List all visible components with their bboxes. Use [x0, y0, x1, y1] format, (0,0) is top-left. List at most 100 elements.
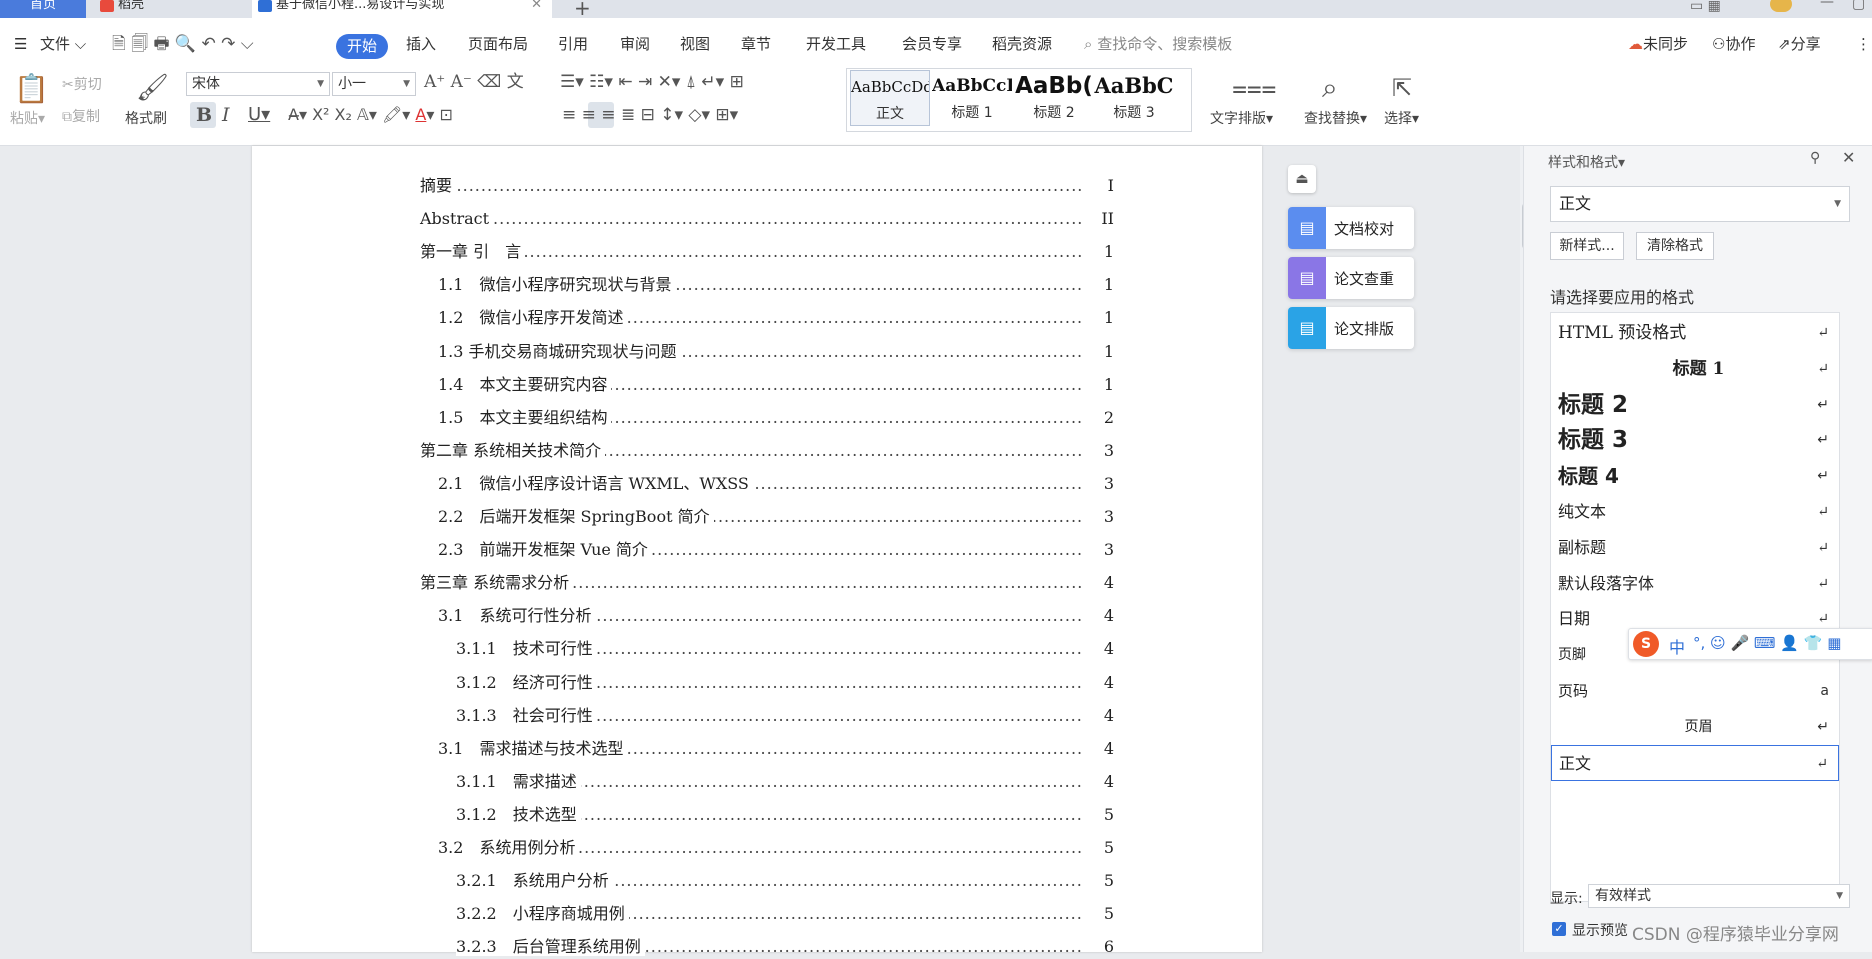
quick-access-icons[interactable]: 🗎 🗐 🖶 🔍 ↶ ↷ ⌵	[112, 18, 254, 70]
toc-entry[interactable]: ........................................…	[438, 406, 1122, 430]
style-item[interactable]: 正文 ↵	[1551, 744, 1839, 781]
style-item[interactable]: HTML 预设格式 ↵	[1551, 315, 1839, 351]
tab-document[interactable]: 基于微信小程...易设计与实现 ✕	[252, 0, 552, 18]
style-item[interactable]: 纯文本 ↵	[1551, 494, 1839, 530]
format-painter-icon[interactable]: 🖌	[136, 72, 169, 104]
copy-button[interactable]: ⧉复制	[62, 106, 100, 126]
close-tab-icon[interactable]: ✕	[531, 0, 542, 11]
toc-entry[interactable]: ........................................…	[456, 637, 1122, 661]
menu-view[interactable]: 视图	[680, 18, 710, 70]
pin-icon[interactable]: ⚲	[1810, 150, 1820, 166]
underline-icon[interactable]: U▾	[248, 105, 270, 125]
tab-daoke[interactable]: 稻壳	[94, 0, 244, 18]
text-layout-button[interactable]: 文字排版▾	[1210, 108, 1273, 128]
cut-button[interactable]: ✂剪切	[62, 74, 102, 94]
minimize-icon[interactable]: —	[1820, 0, 1834, 10]
toc-entry[interactable]: ........................................…	[456, 935, 1122, 959]
font-family-select[interactable]: 宋体 ▼	[186, 72, 330, 96]
magnifier-icon[interactable]: ⌕	[1322, 72, 1338, 104]
sogou-icon[interactable]: S	[1633, 631, 1659, 657]
toc-entry[interactable]: ........................................…	[456, 803, 1122, 827]
menu-chapter[interactable]: 章节	[741, 18, 771, 70]
menu-file[interactable]: 文件 ⌵	[40, 18, 86, 70]
avatar[interactable]	[1770, 0, 1792, 12]
toc-entry[interactable]: ........................................…	[438, 836, 1122, 860]
show-select[interactable]: 有效样式 ▼	[1588, 884, 1850, 908]
paste-button[interactable]: 粘贴▾	[10, 108, 45, 128]
clear-format-button[interactable]: 清除格式	[1636, 232, 1714, 260]
toc-entry[interactable]: ........................................…	[456, 671, 1122, 695]
style-heading-3[interactable]: AaBbC 标题 3	[1094, 70, 1174, 126]
toc-entry[interactable]: ........................................…	[420, 439, 1122, 463]
document-page[interactable]: ........................................…	[252, 146, 1262, 957]
maximize-icon[interactable]: ▢	[1852, 0, 1865, 12]
collapse-icon[interactable]: ⏏	[1288, 165, 1316, 193]
hamburger-icon[interactable]: ☰	[14, 18, 27, 70]
menu-developer[interactable]: 开发工具	[806, 18, 866, 70]
paper-layout-button[interactable]: ▤ 论文排版	[1288, 307, 1414, 349]
toc-entry[interactable]: ........................................…	[438, 306, 1122, 330]
ime-mode[interactable]: 中	[1669, 634, 1685, 658]
cursor-icon[interactable]: ⇱	[1392, 72, 1412, 104]
toc-entry[interactable]: ........................................…	[456, 902, 1122, 926]
text-layout-icon[interactable]: ⩶	[1232, 72, 1277, 104]
toc-entry[interactable]: ........................................…	[420, 174, 1122, 198]
list-icons[interactable]: ☰▾ ☷▾ ⇤ ⇥ ✕▾ ⍋ ↵▾ ⊞	[560, 72, 744, 92]
toc-entry[interactable]: ........................................…	[420, 240, 1122, 264]
menu-insert[interactable]: 插入	[406, 18, 436, 70]
style-item[interactable]: 页眉 ↵	[1551, 709, 1839, 745]
collab-button[interactable]: ⚇协作	[1712, 18, 1755, 70]
share-button[interactable]: ⇗分享	[1778, 18, 1821, 70]
text-effect-icons[interactable]: A̶▾ X² X₂ 𝔸▾ 🖍▾ A▾ ⊡	[288, 105, 453, 125]
alignment-icons[interactable]: ≡ ≡ ≡ ≣ ⊟ ↕▾ ◇▾ ⊞▾	[562, 105, 738, 125]
toc-entry[interactable]: ........................................…	[438, 373, 1122, 397]
style-item[interactable]: 标题 1 ↵	[1551, 351, 1839, 387]
find-replace-button[interactable]: 查找替换▾	[1304, 108, 1367, 128]
doc-proofread-button[interactable]: ▤ 文档校对	[1288, 207, 1414, 249]
toc-entry[interactable]: ........................................…	[420, 571, 1122, 595]
toc-entry[interactable]: ........................................…	[456, 704, 1122, 728]
paste-icon[interactable]: 📋	[14, 72, 49, 106]
style-item[interactable]: 标题 2 ↵	[1551, 387, 1839, 423]
new-tab-icon[interactable]: +	[574, 0, 591, 20]
style-normal[interactable]: AaBbCcDd 正文	[850, 70, 930, 126]
toc-entry[interactable]: ........................................…	[438, 737, 1122, 761]
style-item[interactable]: 标题 3 ↵	[1551, 422, 1839, 458]
menu-reference[interactable]: 引用	[558, 18, 588, 70]
toc-entry[interactable]: ........................................…	[456, 869, 1122, 893]
font-size-select[interactable]: 小一 ▼	[332, 72, 416, 96]
window-layout-icon[interactable]: ▭ ▦	[1690, 0, 1721, 14]
font-format-icons[interactable]: A⁺ A⁻ ⌫ 文	[424, 72, 524, 92]
more-icon[interactable]: ⋮	[1856, 18, 1871, 70]
sync-button[interactable]: ☁未同步	[1628, 18, 1688, 70]
toc-entry[interactable]: ........................................…	[438, 538, 1122, 562]
plagiarism-check-button[interactable]: ▤ 论文查重	[1288, 257, 1414, 299]
toc-entry[interactable]: ........................................…	[438, 604, 1122, 628]
style-item[interactable]: 标题 4 ↵	[1551, 458, 1839, 494]
select-button[interactable]: 选择▾	[1384, 108, 1419, 128]
search-command[interactable]: ⌕ 查找命令、搜索模板	[1084, 18, 1232, 70]
new-style-button[interactable]: 新样式...	[1550, 232, 1624, 260]
style-item[interactable]: 页码 a	[1551, 673, 1839, 709]
italic-icon[interactable]: I	[222, 105, 230, 125]
menu-daoke-resources[interactable]: 稻壳资源	[992, 18, 1052, 70]
bold-icon[interactable]: B	[196, 105, 212, 125]
toc-entry[interactable]: ........................................…	[420, 207, 1122, 231]
style-heading-2[interactable]: AaBb(标题 2	[1014, 70, 1094, 126]
toc-entry[interactable]: ........................................…	[438, 505, 1122, 529]
menu-page-layout[interactable]: 页面布局	[468, 18, 528, 70]
menu-start[interactable]: 开始	[336, 34, 388, 59]
style-item[interactable]: 副标题 ↵	[1551, 530, 1839, 566]
toc-entry[interactable]: ........................................…	[456, 770, 1122, 794]
tab-home[interactable]: 首页	[0, 0, 86, 18]
close-icon[interactable]: ✕	[1842, 148, 1855, 167]
format-painter-button[interactable]: 格式刷	[125, 108, 167, 128]
menu-member[interactable]: 会员专享	[902, 18, 962, 70]
menu-review[interactable]: 审阅	[620, 18, 650, 70]
pane-title[interactable]: 样式和格式▾	[1548, 152, 1625, 172]
current-style-select[interactable]: 正文 ▼	[1550, 186, 1850, 222]
preview-checkbox[interactable]: ✓	[1552, 922, 1566, 936]
toc-entry[interactable]: ........................................…	[438, 472, 1122, 496]
ime-tool-icons[interactable]: °, ☺ 🎤 ⌨ 👤 👕 ▦	[1693, 634, 1841, 652]
toc-entry[interactable]: ........................................…	[438, 340, 1122, 364]
